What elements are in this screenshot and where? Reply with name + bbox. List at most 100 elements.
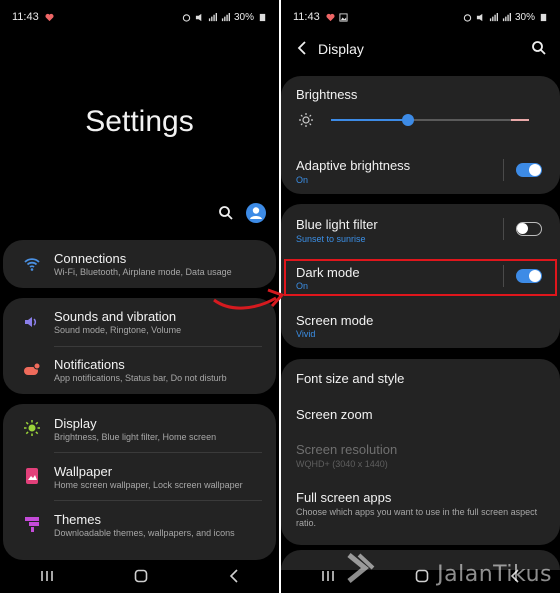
- item-title: Display: [54, 416, 97, 431]
- back-icon[interactable]: [229, 569, 239, 583]
- blue-light-filter-toggle[interactable]: [516, 222, 542, 236]
- item-subtitle: Choose which apps you want to use in the…: [296, 507, 538, 528]
- navigation-bar: [0, 559, 279, 593]
- battery-percent: 30%: [233, 11, 254, 23]
- item-subtitle: Wi-Fi, Bluetooth, Airplane mode, Data us…: [54, 267, 232, 277]
- settings-item-display[interactable]: Display Brightness, Blue light filter, H…: [3, 404, 276, 452]
- notification-icon: [24, 362, 41, 375]
- brightness-slider-max-marker: [511, 119, 529, 121]
- mute-icon: [476, 13, 483, 21]
- brightness-card: Brightness Adaptive brightness On: [281, 76, 560, 194]
- item-title: Blue light filter: [296, 217, 378, 232]
- item-title: Connections: [54, 251, 127, 266]
- themes-icon: [25, 517, 39, 532]
- recents-icon[interactable]: [321, 570, 335, 582]
- signal-icon: [208, 12, 217, 21]
- toggle-knob: [529, 270, 541, 282]
- item-subtitle: Downloadable themes, wallpapers, and ico…: [54, 528, 235, 538]
- brightness-slider[interactable]: [331, 114, 529, 126]
- settings-group-connections: Connections Wi-Fi, Bluetooth, Airplane m…: [3, 240, 276, 288]
- wifi-icon: [24, 258, 40, 271]
- image-icon: [339, 12, 348, 22]
- wallpaper-icon: [26, 468, 38, 484]
- toggle-separator: [503, 218, 504, 240]
- status-right: 30%: [463, 12, 548, 23]
- item-title: Screen resolution: [296, 442, 398, 457]
- screen-mode-item[interactable]: Screen mode Vivid: [281, 300, 560, 348]
- sun-icon: [24, 420, 40, 436]
- item-title: Screen mode: [296, 313, 374, 328]
- display-options-card: Blue light filter Sunset to sunrise Dark…: [281, 204, 560, 348]
- screen-resolution-item: Screen resolution WQHD+ (3040 x 1440): [281, 431, 560, 477]
- status-time: 11:43: [12, 11, 39, 23]
- screen-zoom-item[interactable]: Screen zoom: [281, 395, 560, 431]
- item-subtitle: Brightness, Blue light filter, Home scre…: [54, 432, 217, 442]
- item-subtitle: Vivid: [296, 329, 316, 339]
- item-subtitle: Home screen wallpaper, Lock screen wallp…: [54, 480, 243, 490]
- status-right: 30%: [182, 12, 267, 23]
- blue-light-filter-item[interactable]: Blue light filter Sunset to sunrise: [281, 204, 560, 252]
- alarm-icon: [182, 13, 191, 22]
- search-icon[interactable]: [218, 205, 234, 221]
- signal-icon: [221, 12, 230, 21]
- adaptive-brightness-toggle[interactable]: [516, 163, 542, 177]
- dark-mode-item[interactable]: Dark mode On: [281, 252, 560, 300]
- battery-percent: 30%: [514, 11, 535, 23]
- battery-icon: [259, 13, 266, 21]
- item-title: Wallpaper: [54, 464, 113, 479]
- toggle-knob: [517, 223, 528, 234]
- battery-icon: [540, 13, 547, 21]
- settings-item-notifications[interactable]: Notifications App notifications, Status …: [3, 346, 276, 394]
- home-icon[interactable]: [415, 569, 429, 583]
- page-title: Display: [318, 41, 364, 57]
- display-settings-screen: 11:43 30% Display Brightness Adaptive br: [281, 0, 560, 593]
- alarm-icon: [463, 13, 472, 22]
- watermark-text: JalanTikus: [437, 562, 552, 587]
- search-icon[interactable]: [531, 40, 547, 56]
- status-bar: 11:43 30%: [0, 0, 279, 34]
- item-title: Notifications: [54, 357, 125, 372]
- jalantikus-logo-icon: [345, 551, 375, 585]
- adaptive-brightness-item[interactable]: Adaptive brightness On: [281, 144, 560, 194]
- settings-item-wallpaper[interactable]: Wallpaper Home screen wallpaper, Lock sc…: [3, 452, 276, 500]
- speaker-icon: [25, 317, 37, 327]
- account-icon[interactable]: [245, 202, 267, 224]
- mute-icon: [195, 13, 202, 21]
- toggle-separator: [503, 265, 504, 287]
- dark-mode-toggle[interactable]: [516, 269, 542, 283]
- settings-item-connections[interactable]: Connections Wi-Fi, Bluetooth, Airplane m…: [3, 240, 276, 288]
- item-title: Screen zoom: [296, 407, 373, 422]
- brightness-slider-knob[interactable]: [402, 114, 415, 126]
- recents-icon[interactable]: [40, 570, 54, 582]
- brightness-sun-icon: [299, 113, 313, 127]
- heart-icon: [45, 13, 54, 21]
- heart-icon: [326, 13, 335, 21]
- signal-icon: [489, 12, 498, 21]
- item-subtitle: Sunset to sunrise: [296, 234, 366, 244]
- item-subtitle: On: [296, 175, 309, 185]
- pointer-arrow-icon: [213, 288, 285, 310]
- toggle-separator: [503, 159, 504, 181]
- item-title: Full screen apps: [296, 490, 392, 505]
- font-size-item[interactable]: Font size and style: [281, 359, 560, 395]
- item-title: Sounds and vibration: [54, 309, 177, 324]
- item-title: Adaptive brightness: [296, 158, 411, 173]
- notification-icons: [326, 12, 348, 22]
- back-arrow-icon[interactable]: [296, 41, 308, 55]
- font-and-screen-card: Font size and style Screen zoom Screen r…: [281, 359, 560, 545]
- item-subtitle: Sound mode, Ringtone, Volume: [54, 325, 182, 335]
- page-title: Settings: [85, 105, 194, 138]
- full-screen-apps-item[interactable]: Full screen apps Choose which apps you w…: [281, 477, 560, 545]
- settings-group-display: Display Brightness, Blue light filter, H…: [3, 404, 276, 560]
- notification-icons: [45, 13, 54, 22]
- settings-item-themes[interactable]: Themes Downloadable themes, wallpapers, …: [3, 500, 276, 548]
- item-title: Themes: [54, 512, 101, 527]
- item-subtitle: WQHD+ (3040 x 1440): [296, 459, 388, 469]
- toggle-knob: [529, 164, 541, 176]
- status-time: 11:43: [293, 11, 320, 23]
- home-icon[interactable]: [134, 569, 148, 583]
- brightness-slider-fill: [331, 119, 409, 121]
- signal-icon: [502, 12, 511, 21]
- item-title: Dark mode: [296, 265, 360, 280]
- brightness-label: Brightness: [296, 87, 358, 102]
